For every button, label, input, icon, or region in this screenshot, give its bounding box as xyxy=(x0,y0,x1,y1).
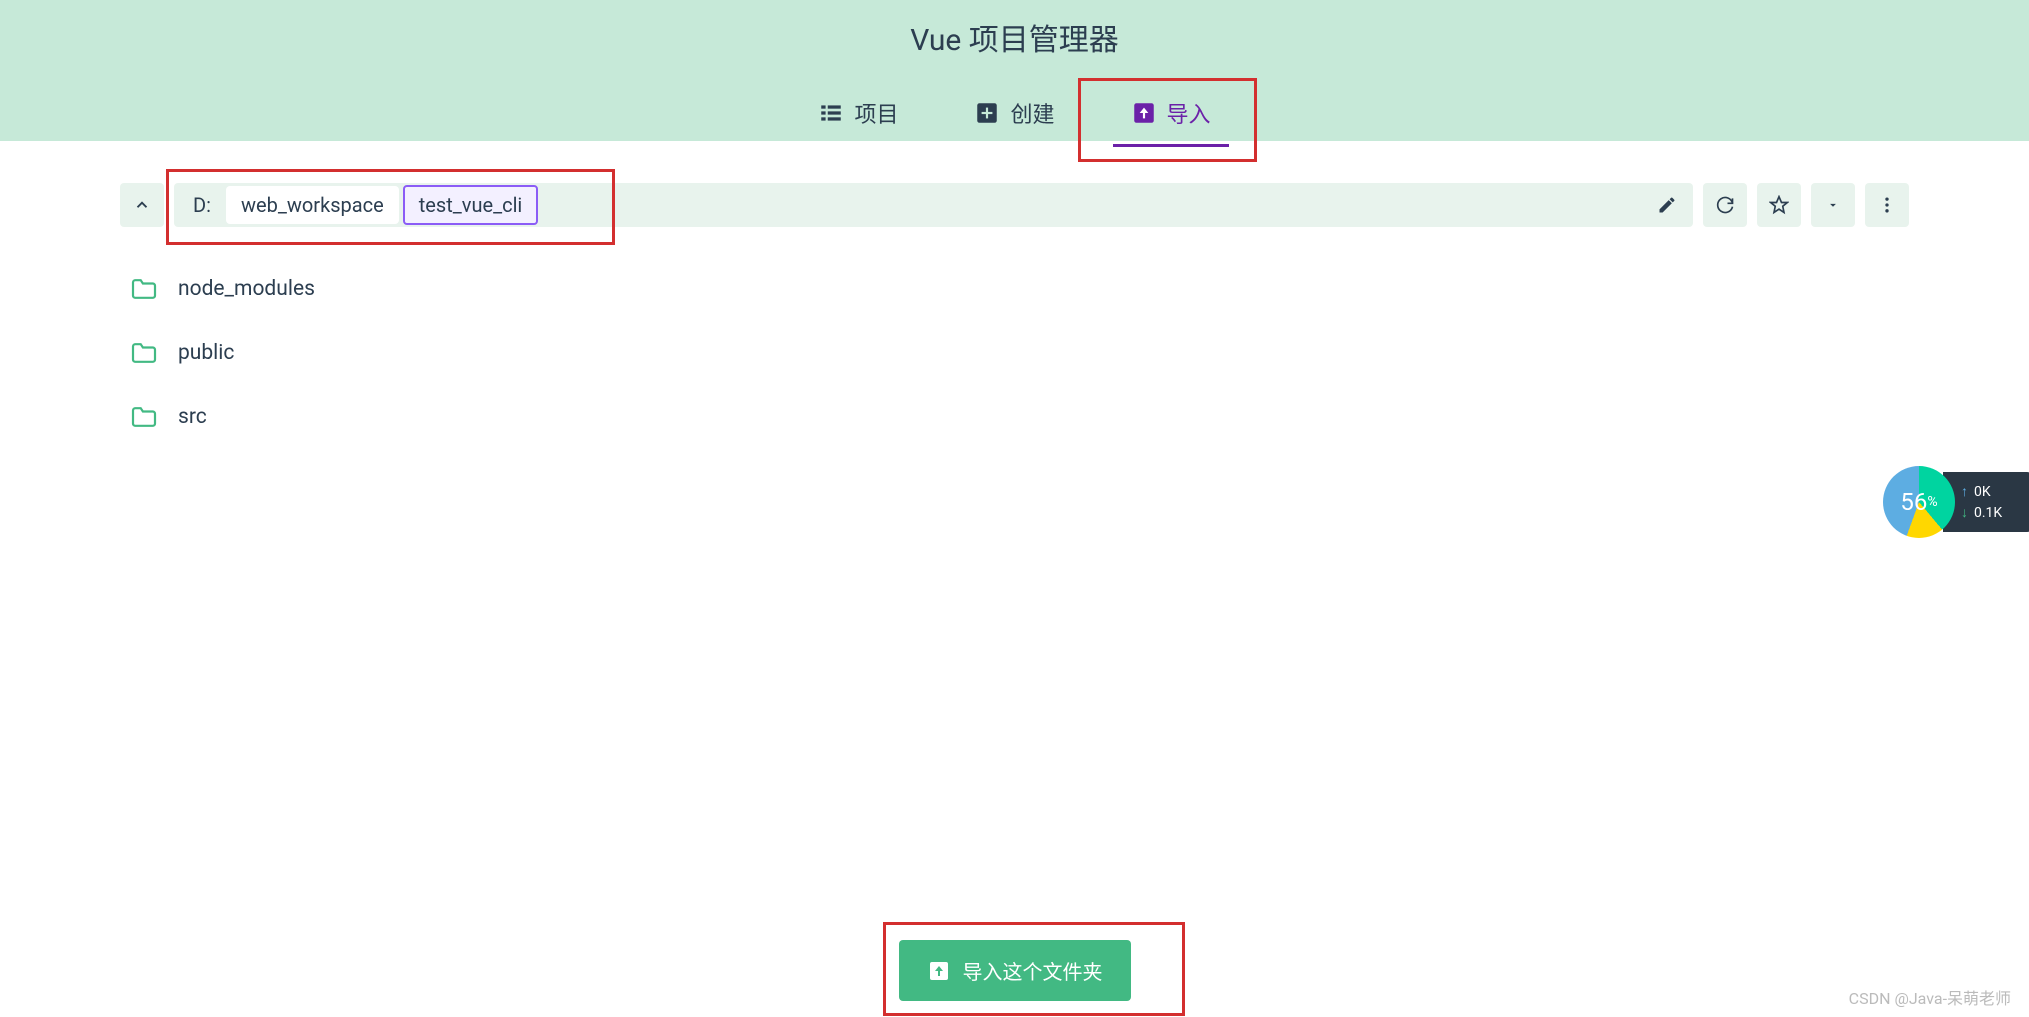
arrow-up-icon: ↑ xyxy=(1961,483,1968,500)
cpu-percent-suffix: % xyxy=(1927,494,1937,510)
edit-path-button[interactable] xyxy=(1649,187,1685,223)
caret-down-icon xyxy=(1826,198,1840,212)
file-name: node_modules xyxy=(178,277,315,301)
tab-projects-label: 项目 xyxy=(854,97,898,129)
list-icon xyxy=(818,100,844,126)
cpu-percent-value: 56 xyxy=(1900,488,1927,516)
file-name: public xyxy=(178,341,234,365)
tab-projects[interactable]: 项目 xyxy=(800,87,916,139)
dropdown-button[interactable] xyxy=(1811,183,1855,227)
chevron-up-icon xyxy=(133,196,151,214)
watermark: CSDN @Java-呆萌老师 xyxy=(1849,985,2011,1009)
file-list: node_modules public src xyxy=(120,257,1909,449)
star-icon xyxy=(1769,195,1789,215)
arrow-down-icon: ↓ xyxy=(1961,504,1968,521)
up-directory-button[interactable] xyxy=(120,183,164,227)
folder-icon xyxy=(130,278,158,300)
annotation-highlight-tab xyxy=(1078,78,1257,162)
folder-icon xyxy=(130,342,158,364)
plus-box-icon xyxy=(974,100,1000,126)
favorite-button[interactable] xyxy=(1757,183,1801,227)
list-item[interactable]: node_modules xyxy=(120,257,1909,321)
page-title: Vue 项目管理器 xyxy=(910,15,1119,59)
system-monitor-widget[interactable]: 56% ↑ 0K ↓ 0.1K xyxy=(1883,466,2029,538)
cpu-percent-gauge: 56% xyxy=(1883,466,1955,538)
path-toolbar: D: web_workspace test_vue_cli xyxy=(120,183,1909,227)
more-vert-icon xyxy=(1877,195,1897,215)
network-panel: ↑ 0K ↓ 0.1K xyxy=(1943,472,2029,532)
import-button-wrap: 导入这个文件夹 xyxy=(899,940,1131,1001)
tab-create[interactable]: 创建 xyxy=(956,87,1072,139)
folder-icon xyxy=(130,406,158,428)
pencil-icon xyxy=(1657,195,1677,215)
more-button[interactable] xyxy=(1865,183,1909,227)
list-item[interactable]: public xyxy=(120,321,1909,385)
upload-line: ↑ 0K xyxy=(1961,483,2029,500)
annotation-highlight-path xyxy=(166,169,615,245)
annotation-highlight-import xyxy=(883,922,1185,1016)
tab-create-label: 创建 xyxy=(1010,97,1054,129)
upload-value: 0K xyxy=(1974,484,1991,500)
download-line: ↓ 0.1K xyxy=(1961,504,2029,521)
download-value: 0.1K xyxy=(1974,505,2002,521)
refresh-button[interactable] xyxy=(1703,183,1747,227)
refresh-icon xyxy=(1715,195,1735,215)
app-header: Vue 项目管理器 项目 创建 导入 xyxy=(0,0,2029,141)
list-item[interactable]: src xyxy=(120,385,1909,449)
file-name: src xyxy=(178,405,207,429)
